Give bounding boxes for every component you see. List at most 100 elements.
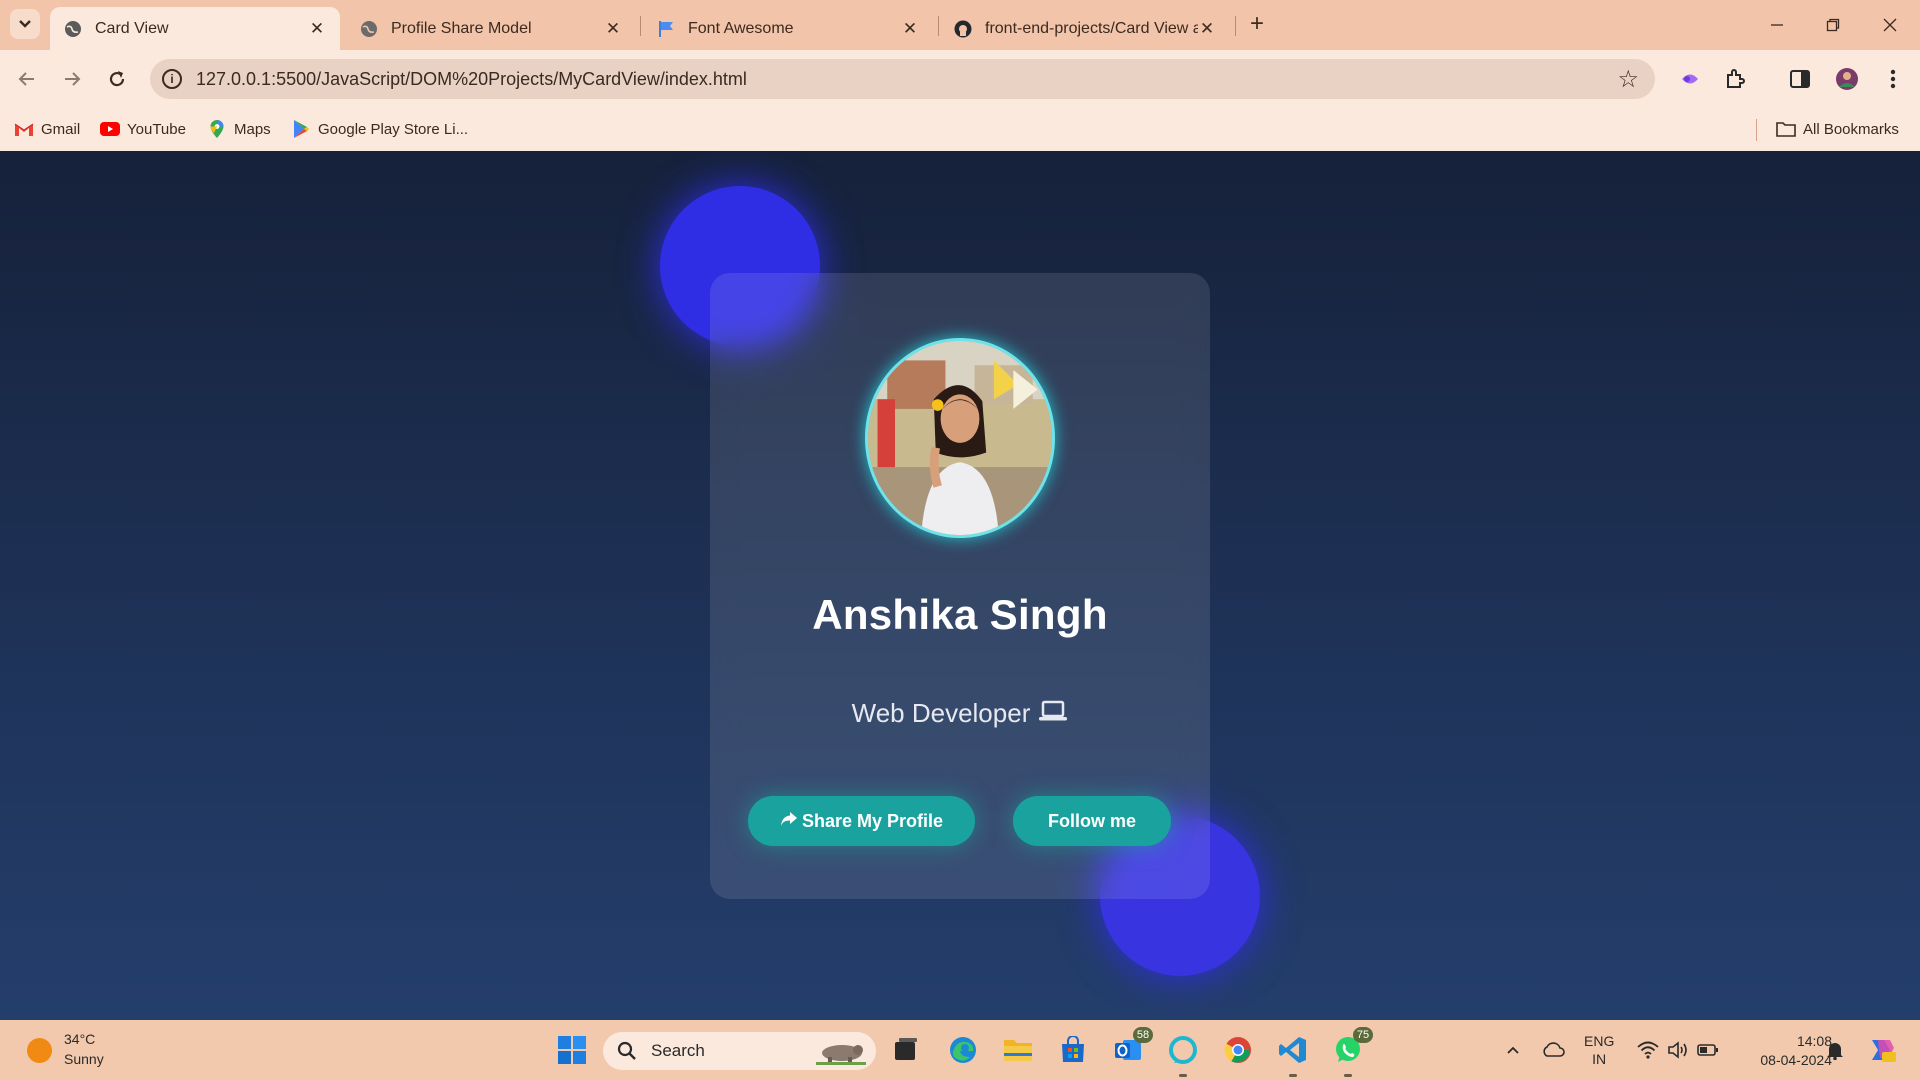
tab-profile-share-model[interactable]: Profile Share Model ✕ xyxy=(346,7,636,50)
notifications-bell-icon[interactable] xyxy=(1822,1020,1848,1080)
notification-badge: 75 xyxy=(1353,1027,1373,1043)
taskbar-file-explorer[interactable] xyxy=(1001,1033,1035,1067)
forward-button[interactable] xyxy=(57,64,87,94)
bookmark-label: Gmail xyxy=(41,120,81,138)
battery-icon[interactable] xyxy=(1694,1020,1722,1080)
search-icon xyxy=(615,1039,639,1063)
taskbar-whatsapp[interactable]: 75 xyxy=(1331,1027,1373,1077)
maps-icon xyxy=(207,120,227,138)
tab-separator xyxy=(640,16,641,36)
tab-search-button[interactable] xyxy=(10,9,40,39)
chevron-down-icon xyxy=(19,20,31,28)
bookmark-maps[interactable]: Maps xyxy=(207,117,271,141)
minimize-icon xyxy=(1771,24,1783,26)
browser-toolbar: i 127.0.0.1:5500/JavaScript/DOM%20Projec… xyxy=(0,50,1920,108)
arrow-right-icon xyxy=(65,72,81,86)
follow-button[interactable]: Follow me xyxy=(1013,796,1171,846)
start-button[interactable] xyxy=(555,1033,589,1067)
tab-github-card-view[interactable]: front-end-projects/Card View a ✕ xyxy=(940,7,1230,50)
task-view-icon xyxy=(895,1038,917,1060)
tab-title: front-end-projects/Card View a xyxy=(985,19,1198,37)
plus-icon: + xyxy=(1249,10,1264,37)
edge-icon xyxy=(950,1037,976,1063)
bookmark-label: YouTube xyxy=(127,120,186,138)
role-text: Web Developer xyxy=(851,698,1031,728)
tab-separator xyxy=(1235,16,1236,36)
profile-avatar[interactable] xyxy=(1832,64,1862,94)
restore-button[interactable] xyxy=(1820,12,1846,38)
extension-gemini-icon[interactable] xyxy=(1675,64,1705,94)
copilot-icon[interactable] xyxy=(1864,1020,1898,1080)
bookmark-separator xyxy=(1756,119,1757,141)
reload-button[interactable] xyxy=(102,64,132,94)
tab-title: Card View xyxy=(95,19,169,37)
globe-icon xyxy=(360,20,378,38)
close-icon[interactable]: ✕ xyxy=(308,19,326,39)
tab-separator xyxy=(938,16,939,36)
laptop-icon xyxy=(1038,698,1068,729)
folder-icon xyxy=(1776,120,1796,138)
bookmarks-bar: Gmail YouTube Maps Google Play Store Li.… xyxy=(0,108,1920,151)
wifi-icon[interactable] xyxy=(1634,1020,1662,1080)
avatar xyxy=(865,338,1055,538)
url-text[interactable]: 127.0.0.1:5500/JavaScript/DOM%20Projects… xyxy=(196,69,747,90)
chevron-up-icon xyxy=(1507,1046,1519,1054)
reload-icon xyxy=(109,71,125,87)
language-code: ENG xyxy=(1584,1033,1615,1049)
all-bookmarks[interactable]: All Bookmarks xyxy=(1776,117,1899,141)
page-viewport: Anshika Singh Web Developer Share My Pro… xyxy=(0,151,1920,1020)
extensions-puzzle-icon[interactable] xyxy=(1720,64,1750,94)
minimize-button[interactable] xyxy=(1764,12,1790,38)
profile-role: Web Developer xyxy=(710,698,1210,729)
taskbar-microsoft-store[interactable] xyxy=(1056,1033,1090,1067)
new-tab-button[interactable]: + xyxy=(1244,10,1270,37)
tab-title: Profile Share Model xyxy=(391,19,532,37)
bookmark-label: Google Play Store Li... xyxy=(318,120,469,138)
site-info-icon[interactable]: i xyxy=(162,69,182,89)
taskbar-alexa[interactable] xyxy=(1166,1033,1200,1077)
taskbar-search[interactable]: Search xyxy=(603,1032,876,1070)
alexa-icon xyxy=(1169,1036,1197,1064)
share-button-label: Share My Profile xyxy=(801,810,944,831)
sun-icon xyxy=(27,1038,52,1063)
store-icon xyxy=(1062,1036,1084,1062)
youtube-icon xyxy=(100,120,120,138)
side-panel-icon[interactable] xyxy=(1785,64,1815,94)
close-icon[interactable]: ✕ xyxy=(901,19,919,39)
chrome-menu-icon[interactable] xyxy=(1878,64,1908,94)
search-label: Search xyxy=(651,1041,705,1060)
profile-card: Anshika Singh Web Developer Share My Pro… xyxy=(710,273,1210,899)
search-highlight-illustration xyxy=(816,1045,866,1065)
github-icon xyxy=(954,20,972,38)
close-window-button[interactable] xyxy=(1877,12,1903,38)
bookmark-play-store[interactable]: Google Play Store Li... xyxy=(291,117,468,141)
profile-name: Anshika Singh xyxy=(812,591,1108,638)
share-icon xyxy=(780,811,798,832)
back-button[interactable] xyxy=(12,64,42,94)
share-profile-button[interactable]: Share My Profile xyxy=(748,796,975,846)
onedrive-icon[interactable] xyxy=(1538,1020,1568,1080)
bookmark-star-icon[interactable]: ☆ xyxy=(1617,65,1639,94)
tab-font-awesome[interactable]: Font Awesome ✕ xyxy=(643,7,933,50)
notification-badge: 58 xyxy=(1133,1027,1153,1043)
volume-icon[interactable] xyxy=(1664,1020,1692,1080)
restore-icon xyxy=(1826,18,1840,32)
folder-icon xyxy=(1004,1040,1032,1061)
language-indicator[interactable]: ENG IN xyxy=(1584,1032,1614,1068)
close-icon[interactable]: ✕ xyxy=(1198,19,1216,39)
taskbar-edge[interactable] xyxy=(946,1033,980,1067)
gmail-icon xyxy=(14,120,34,138)
tab-card-view[interactable]: Card View ✕ xyxy=(50,7,340,50)
taskbar-vscode[interactable] xyxy=(1276,1033,1310,1077)
tab-title: Font Awesome xyxy=(688,19,794,37)
bookmark-youtube[interactable]: YouTube xyxy=(100,117,186,141)
address-bar[interactable]: i 127.0.0.1:5500/JavaScript/DOM%20Projec… xyxy=(150,59,1655,99)
bookmark-label: Maps xyxy=(234,120,271,138)
taskbar-task-view[interactable] xyxy=(889,1033,923,1067)
globe-icon xyxy=(64,20,82,38)
taskbar-chrome[interactable] xyxy=(1221,1033,1255,1067)
bookmark-gmail[interactable]: Gmail xyxy=(14,117,80,141)
close-icon[interactable]: ✕ xyxy=(604,19,622,39)
show-hidden-icons-button[interactable] xyxy=(1500,1020,1526,1080)
taskbar-outlook[interactable]: 58 xyxy=(1111,1027,1153,1067)
